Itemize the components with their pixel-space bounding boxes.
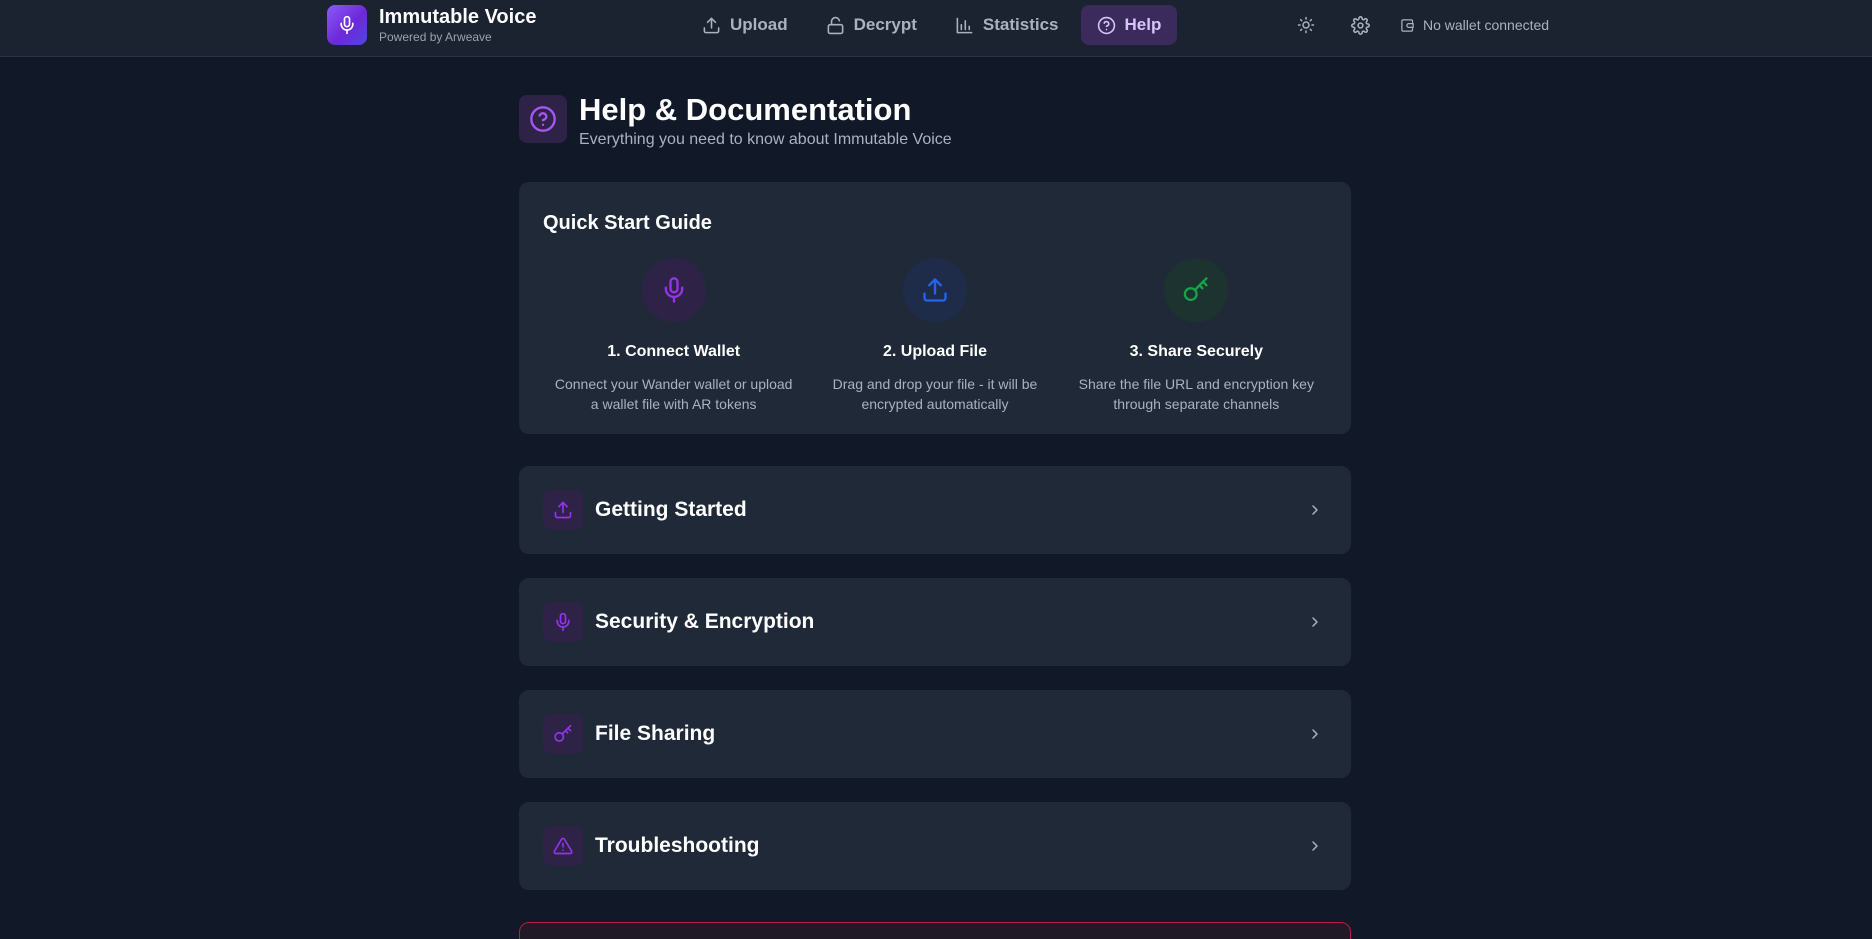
brand[interactable]: Immutable Voice Powered by Arweave [327, 5, 536, 45]
nav-help[interactable]: Help [1080, 5, 1178, 45]
step-share-securely: 3. Share Securely Share the file URL and… [1066, 258, 1327, 414]
top-navigation-bar: Immutable Voice Powered by Arweave Uploa… [0, 0, 1872, 57]
step-description: Share the file URL and encryption key th… [1078, 376, 1314, 412]
gear-icon [1350, 15, 1370, 35]
section-title: Troubleshooting [595, 834, 760, 857]
section-title: Getting Started [595, 498, 747, 521]
section-file-sharing[interactable]: File Sharing [519, 690, 1351, 778]
nav-help-label: Help [1124, 15, 1162, 34]
key-icon [1184, 277, 1208, 302]
step-description: Connect your Wander wallet or upload a w… [554, 376, 793, 412]
step-icon-circle [1164, 258, 1229, 322]
nav-statistics[interactable]: Statistics [939, 5, 1075, 45]
section-troubleshooting[interactable]: Troubleshooting [519, 802, 1351, 890]
page-title: Help & Documentation [579, 92, 912, 127]
brand-subtitle: Powered by Arweave [379, 30, 492, 44]
upload-icon [703, 17, 720, 33]
quick-start-steps: 1. Connect Wallet Connect your Wander wa… [543, 258, 1327, 414]
step-upload-file: 2. Upload File Drag and drop your file -… [804, 258, 1065, 414]
nav-statistics-label: Statistics [982, 15, 1059, 34]
wallet-icon [1401, 18, 1414, 32]
chevron-right-icon [1303, 610, 1327, 634]
alert-triangle-icon [553, 837, 573, 855]
step-description: Drag and drop your file - it will be enc… [832, 376, 1038, 412]
chevron-right-icon [1303, 834, 1327, 858]
quick-start-heading: Quick Start Guide [543, 212, 712, 234]
section-icon [543, 602, 583, 642]
microphone-icon [556, 612, 570, 632]
section-title: Security & Encryption [595, 610, 815, 633]
main-nav: Upload Decrypt Statistics Help [686, 5, 1178, 45]
step-connect-wallet: 1. Connect Wallet Connect your Wander wa… [543, 258, 804, 414]
page-title-icon [519, 95, 567, 143]
step-title: 1. Connect Wallet [607, 343, 741, 360]
section-icon [543, 714, 583, 754]
nav-upload[interactable]: Upload [686, 5, 804, 45]
header-tools: No wallet connected [1286, 5, 1555, 45]
step-title: 3. Share Securely [1129, 343, 1264, 360]
help-circle-icon [1097, 16, 1115, 34]
step-icon-circle [641, 258, 706, 322]
settings-button[interactable] [1340, 5, 1380, 45]
help-circle-icon [530, 106, 556, 132]
chevron-right-icon [1303, 498, 1327, 522]
key-icon [554, 724, 572, 742]
chevron-right-icon [1303, 722, 1327, 746]
alert-card-partial [519, 922, 1351, 939]
step-icon-circle [902, 258, 967, 322]
nav-decrypt[interactable]: Decrypt [810, 5, 933, 45]
sun-icon [1297, 16, 1315, 34]
unlock-icon [827, 16, 844, 34]
section-security-encryption[interactable]: Security & Encryption [519, 578, 1351, 666]
section-icon [543, 826, 583, 866]
upload-icon [554, 501, 572, 519]
wallet-status-button[interactable]: No wallet connected [1394, 5, 1555, 45]
nav-decrypt-label: Decrypt [853, 15, 917, 34]
step-title: 2. Upload File [882, 343, 987, 360]
microphone-icon [340, 15, 354, 35]
bar-chart-icon [956, 17, 973, 33]
upload-icon [923, 278, 947, 302]
quick-start-card: Quick Start Guide 1. Connect Wallet Conn… [519, 182, 1351, 434]
section-title: File Sharing [595, 722, 716, 745]
brand-title: Immutable Voice [379, 6, 537, 28]
page-subtitle: Everything you need to know about Immuta… [579, 131, 952, 148]
wallet-status-text: No wallet connected [1423, 17, 1550, 33]
page-header: Help & Documentation Everything you need… [519, 92, 952, 149]
theme-toggle-button[interactable] [1286, 5, 1326, 45]
nav-upload-label: Upload [730, 15, 788, 34]
brand-logo [327, 5, 367, 45]
section-getting-started[interactable]: Getting Started [519, 466, 1351, 554]
section-icon [543, 490, 583, 530]
microphone-icon [664, 277, 683, 303]
